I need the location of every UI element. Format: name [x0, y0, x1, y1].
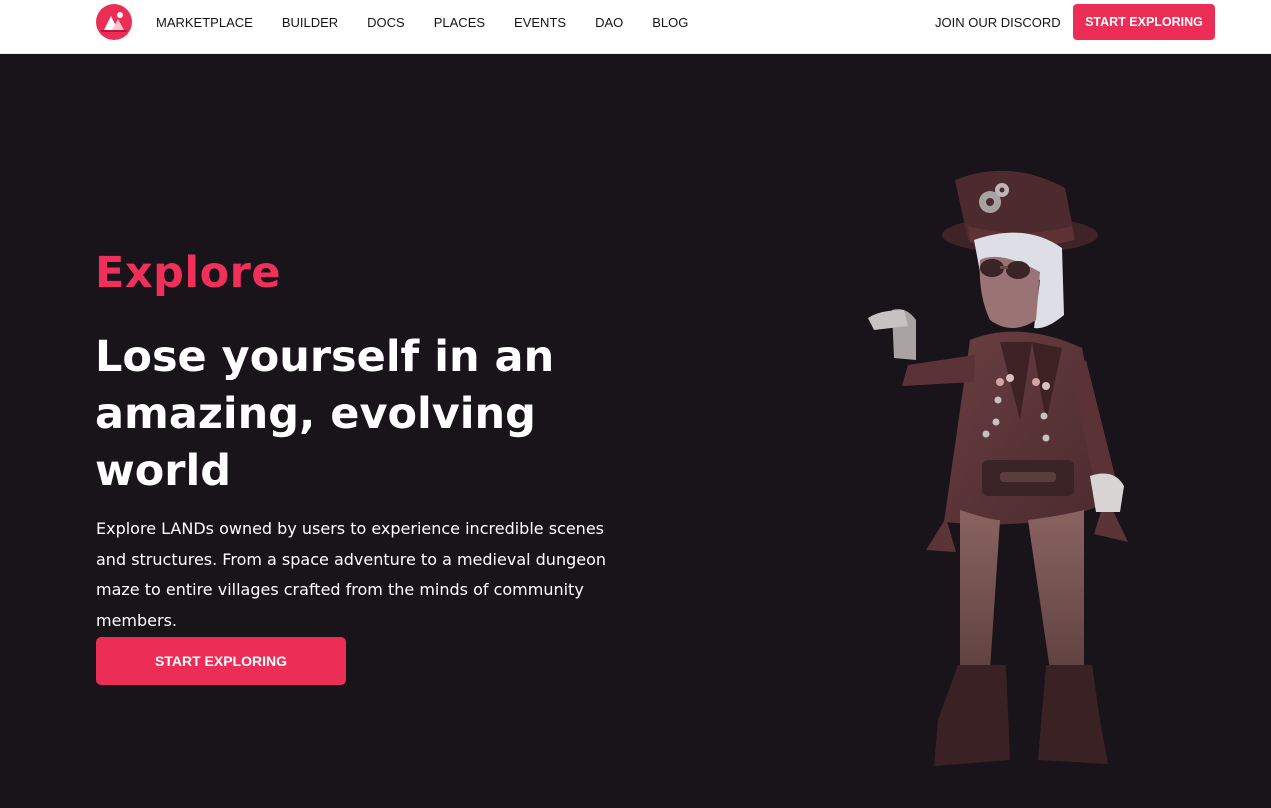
hero-start-exploring-button[interactable]: START EXPLORING	[96, 637, 346, 685]
hero-headline: Lose yourself in an amazing, evolving wo…	[95, 332, 555, 496]
nav-events-link[interactable]: EVENTS	[514, 15, 566, 30]
main-nav: MARKETPLACE BUILDER DOCS PLACES EVENTS D…	[156, 0, 717, 44]
nav-dao-link[interactable]: DAO	[595, 15, 623, 30]
hero-eyebrow: Explore	[95, 248, 282, 298]
nav-start-exploring-button[interactable]: START EXPLORING	[1073, 4, 1215, 40]
steampunk-avatar-illustration	[850, 160, 1150, 780]
hero-description: Explore LANDs owned by users to experien…	[96, 519, 607, 630]
nav-marketplace-link[interactable]: MARKETPLACE	[156, 15, 253, 30]
join-discord-link[interactable]: JOIN OUR DISCORD	[935, 0, 1061, 44]
top-navbar: MARKETPLACE BUILDER DOCS PLACES EVENTS D…	[0, 0, 1271, 54]
nav-places-link[interactable]: PLACES	[434, 15, 485, 30]
nav-blog-link[interactable]: BLOG	[652, 15, 688, 30]
nav-builder-link[interactable]: BUILDER	[282, 15, 338, 30]
nav-docs-link[interactable]: DOCS	[367, 15, 405, 30]
logo-icon[interactable]	[96, 4, 132, 40]
